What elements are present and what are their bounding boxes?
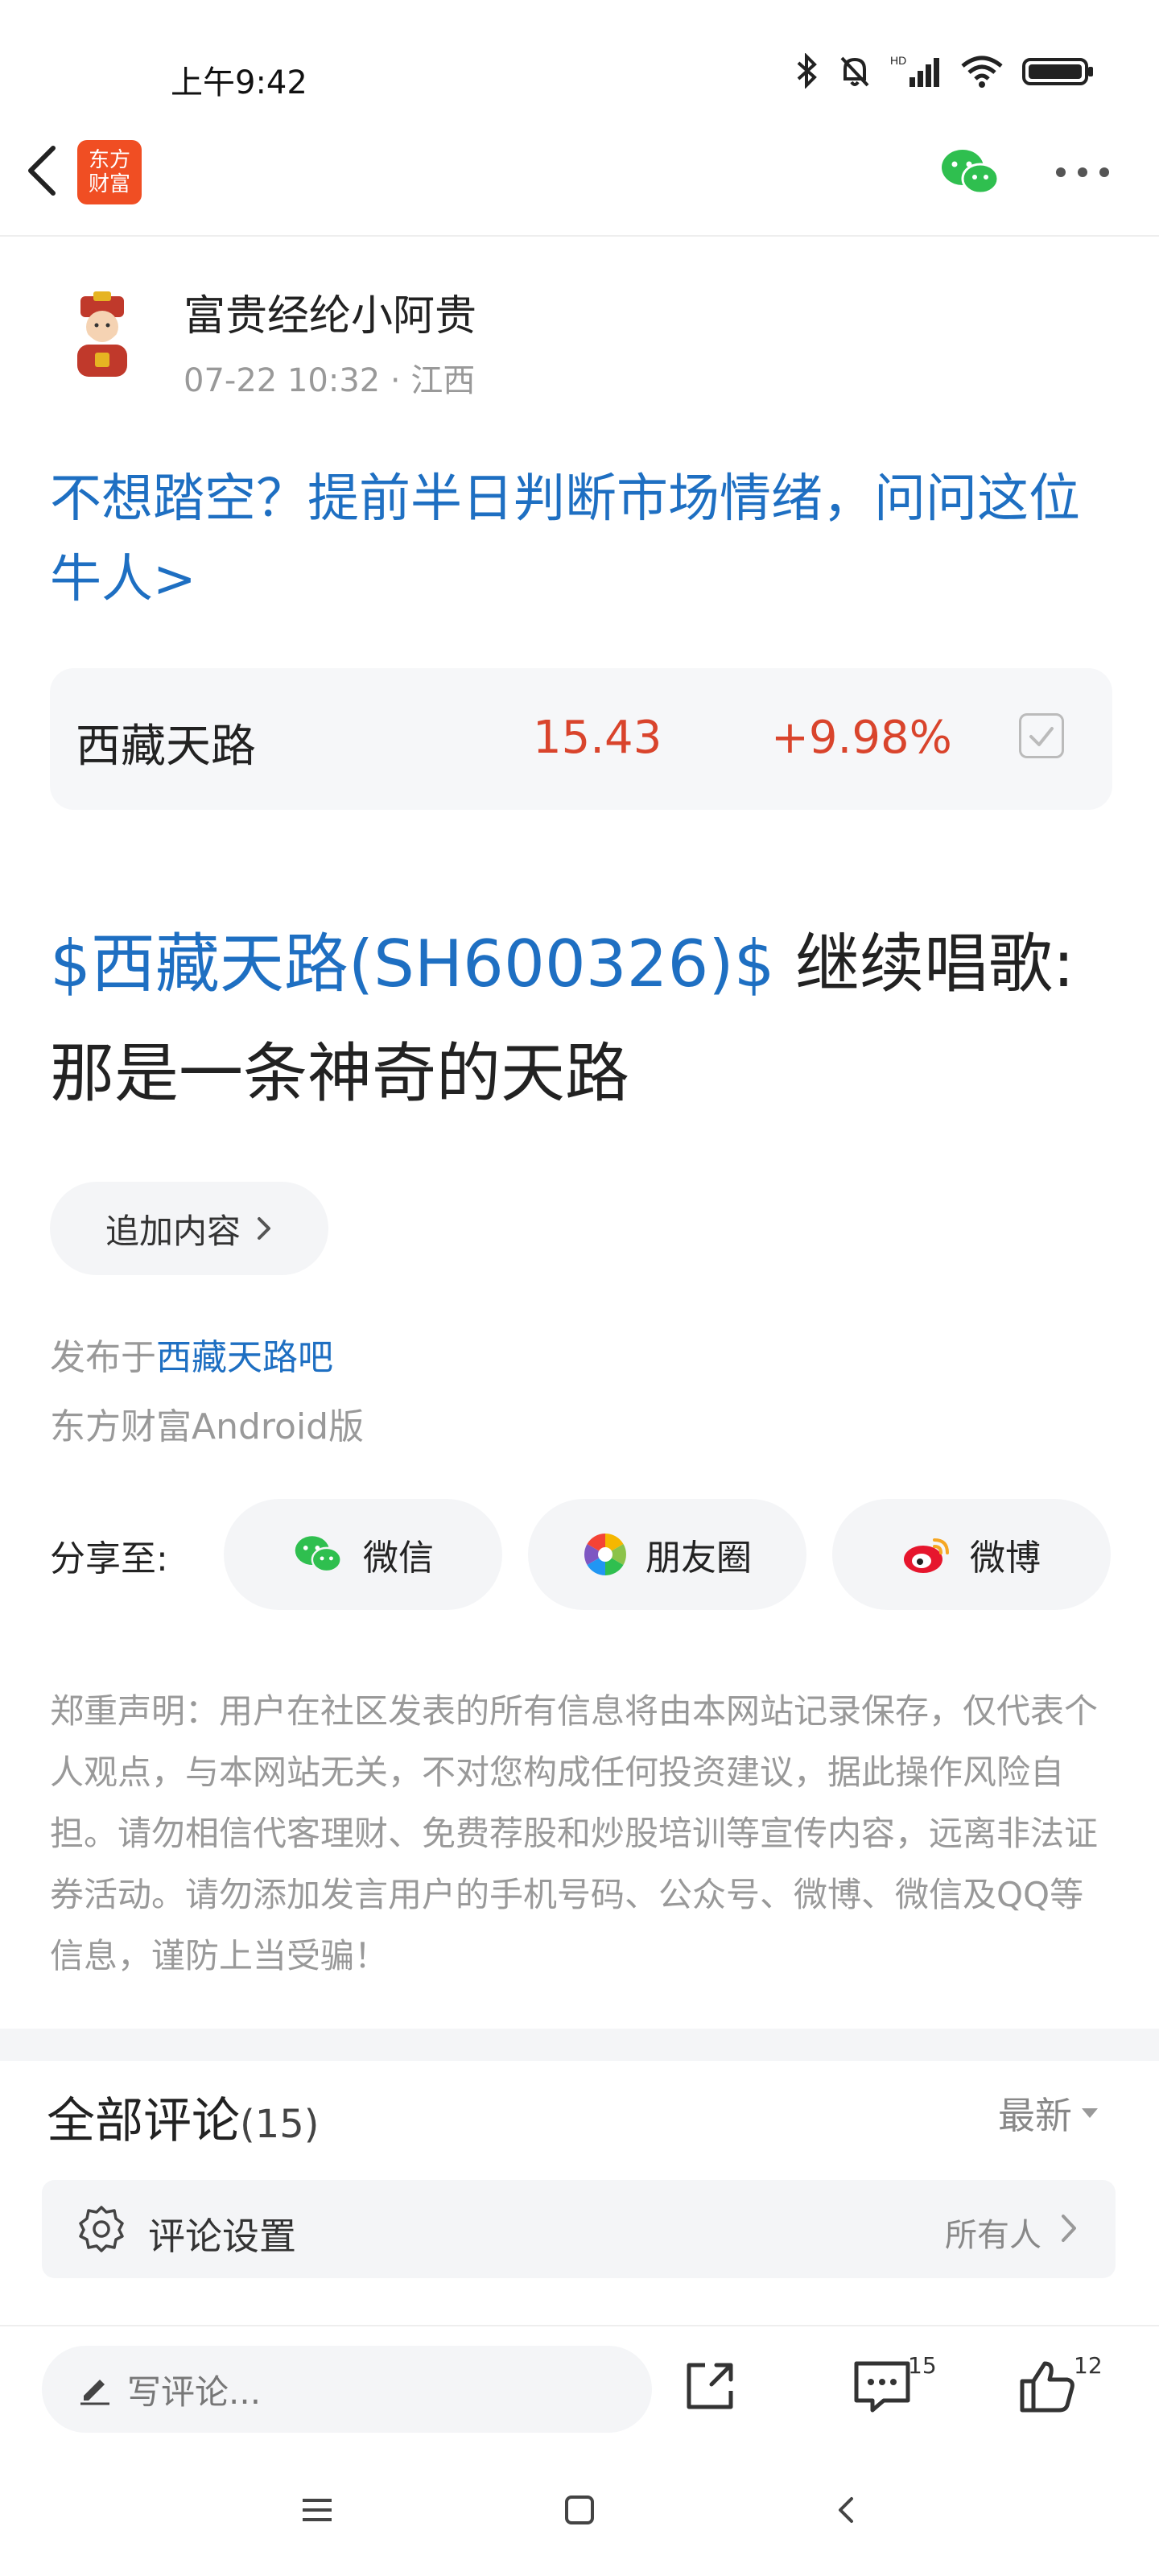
more-dots-icon <box>1056 167 1109 177</box>
status-icons: HD <box>795 53 1095 89</box>
comment-count-badge: 15 <box>908 2352 937 2379</box>
stock-name: 西藏天路 <box>76 720 256 773</box>
signal-icon: HD <box>890 54 939 87</box>
bluetooth-icon <box>797 53 817 89</box>
write-comment-input[interactable]: 写评论... <box>42 2346 652 2433</box>
menu-nav-button[interactable] <box>299 2496 335 2528</box>
wifi-icon <box>961 56 1003 88</box>
share-moments-button[interactable]: 朋友圈 <box>528 1499 806 1610</box>
section-separator <box>0 2029 1159 2061</box>
stock-change: +9.98% <box>771 712 952 764</box>
back-nav-button[interactable] <box>834 2496 858 2528</box>
thumbs-up-icon <box>1020 2361 1074 2413</box>
home-nav-button[interactable] <box>563 2496 596 2528</box>
status-time: 上午9:42 <box>171 64 307 101</box>
write-comment-placeholder: 写评论... <box>127 2372 262 2412</box>
battery-icon <box>1022 58 1093 85</box>
sort-label: 最新 <box>998 2094 1072 2137</box>
back-triangle-icon <box>839 2497 853 2523</box>
author-name[interactable]: 富贵经纶小阿贵 <box>184 282 476 342</box>
back-button[interactable] <box>18 138 69 203</box>
stock-tag-link[interactable]: $西藏天路(SH600326)$ <box>50 927 775 1001</box>
watchlist-checkbox[interactable] <box>1019 713 1064 758</box>
share-wechat-button[interactable]: 微信 <box>224 1499 502 1610</box>
menu-lines-icon <box>303 2499 332 2521</box>
share-weibo-button[interactable]: 微博 <box>832 1499 1111 1610</box>
append-content-button[interactable]: 追加内容 <box>50 1182 328 1275</box>
published-line: 发布于西藏天路吧 <box>50 1328 333 1380</box>
append-content-label: 追加内容 <box>105 1211 241 1251</box>
eastmoney-logo[interactable]: 东方 财富 <box>77 140 142 204</box>
mute-bell-icon <box>840 56 869 87</box>
home-square-icon <box>565 2496 594 2524</box>
header-divider <box>0 235 1159 237</box>
post-meta: 07-22 10:32 · 江西 <box>184 362 476 399</box>
chevron-right-icon <box>1062 2215 1076 2242</box>
share-moments-label: 朋友圈 <box>645 1538 752 1579</box>
chevron-right-icon <box>258 1217 270 1240</box>
comments-button[interactable] <box>852 2357 913 2418</box>
more-menu-button[interactable] <box>1054 166 1111 182</box>
promo-link[interactable]: 不想踏空？提前半日判断市场情绪，问问这位牛人> <box>50 459 1120 620</box>
post-body: $西藏天路(SH600326)$ 继续唱歌:那是一条神奇的天路 <box>50 910 1120 1129</box>
logo-line2: 财富 <box>88 172 130 196</box>
share-button[interactable] <box>681 2357 739 2418</box>
share-label: 分享至: <box>50 1538 168 1579</box>
comment-settings-label: 评论设置 <box>148 2215 296 2258</box>
comment-settings-value: 所有人 <box>945 2217 1041 2254</box>
comments-count: (15) <box>240 2102 320 2147</box>
author-avatar[interactable] <box>56 290 148 382</box>
wechat-icon <box>295 1536 342 1573</box>
published-prefix: 发布于 <box>50 1337 156 1378</box>
sort-dropdown[interactable]: 最新 <box>998 2087 1099 2140</box>
logo-line1: 东方 <box>88 148 130 172</box>
wechat-icon <box>942 150 1000 195</box>
post-source: 东方财富Android版 <box>50 1406 365 1447</box>
caishen-avatar-icon <box>77 291 127 377</box>
wechat-share-button[interactable] <box>938 147 1003 201</box>
comment-bubble-icon <box>854 2361 910 2413</box>
share-weibo-label: 微博 <box>970 1538 1041 1579</box>
weibo-icon <box>904 1538 949 1573</box>
like-button[interactable] <box>1017 2357 1079 2418</box>
chevron-left-icon <box>28 146 56 196</box>
checkmark-icon <box>1029 727 1054 746</box>
stock-card[interactable]: 西藏天路 15.43 +9.98% <box>50 668 1112 810</box>
moments-aperture-icon <box>584 1534 626 1575</box>
caret-down-icon <box>1082 2108 1098 2118</box>
gear-icon <box>79 2206 124 2252</box>
comments-title-label: 全部评论 <box>47 2093 240 2149</box>
share-wechat-label: 微信 <box>363 1538 434 1579</box>
pencil-icon <box>80 2380 109 2405</box>
comment-settings-row[interactable]: 评论设置 所有人 <box>42 2180 1116 2278</box>
svg-text:HD: HD <box>890 54 906 67</box>
comments-title: 全部评论(15) <box>47 2082 320 2152</box>
share-out-icon <box>687 2363 733 2409</box>
forum-link[interactable]: 西藏天路吧 <box>156 1337 333 1378</box>
like-count-badge: 12 <box>1074 2352 1103 2379</box>
stock-price: 15.43 <box>533 712 662 764</box>
disclaimer-text: 郑重声明：用户在社区发表的所有信息将由本网站记录保存，仅代表个人观点，与本网站无… <box>50 1691 1099 1975</box>
